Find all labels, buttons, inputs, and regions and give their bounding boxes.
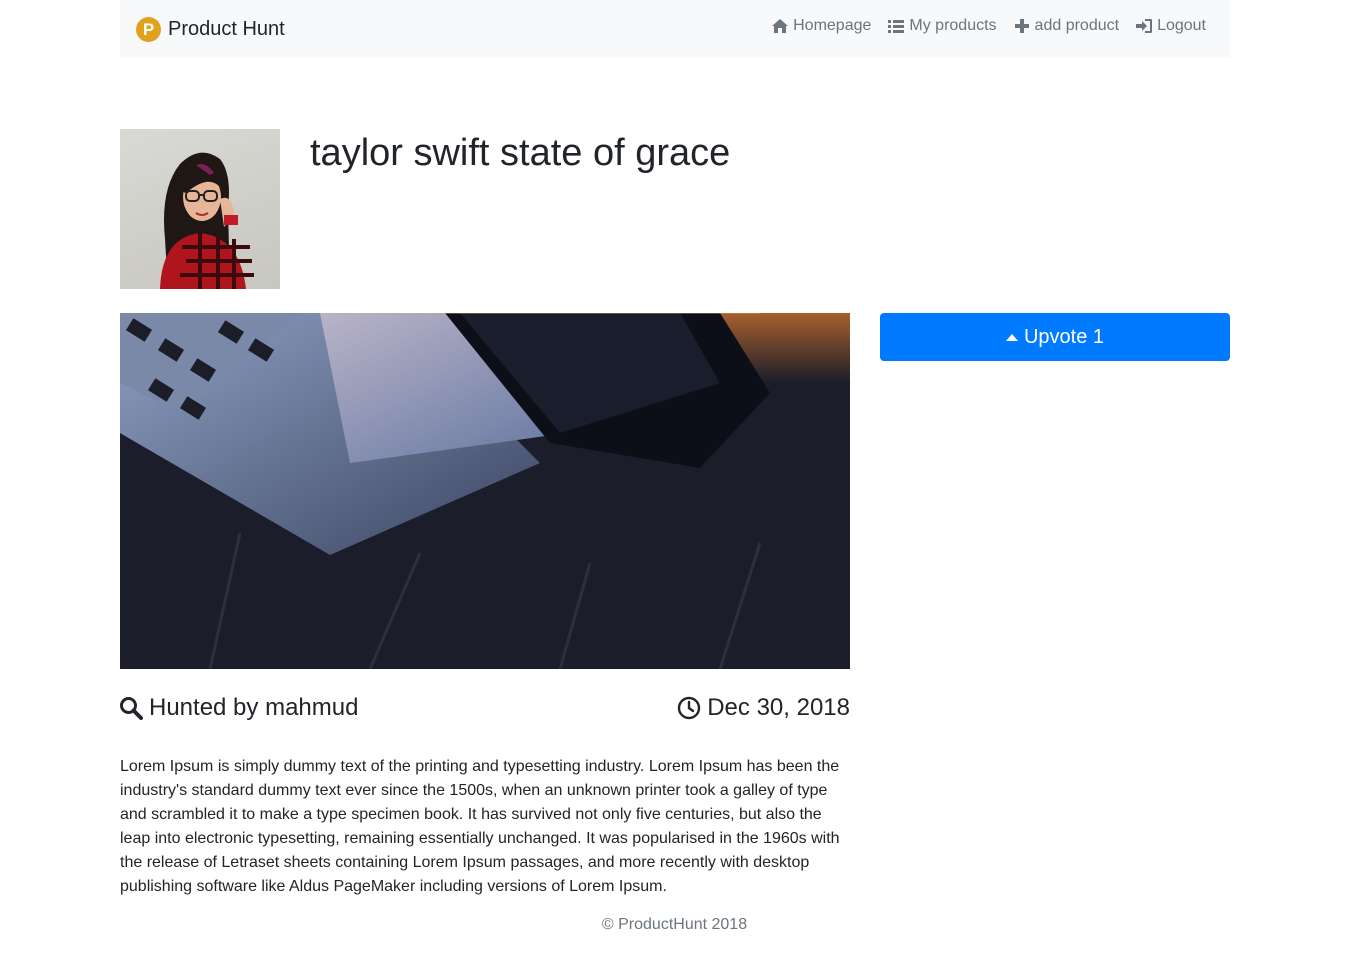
- list-icon: [888, 20, 905, 33]
- nav-homepage-label: Homepage: [793, 17, 872, 34]
- nav-logout[interactable]: Logout: [1135, 17, 1206, 35]
- nav-menu: Homepage My products add product Logout: [755, 17, 1206, 35]
- caret-up-icon: [1005, 333, 1018, 341]
- footer: © ProductHunt 2018: [601, 916, 748, 933]
- nav-logout-label: Logout: [1157, 17, 1206, 34]
- upvote-label: Upvote: [1023, 325, 1088, 348]
- nav-my-products[interactable]: My products: [887, 17, 997, 35]
- hunted-by: Hunted by mahmud: [119, 694, 358, 722]
- avatar-portrait: [160, 152, 254, 289]
- hunted-by-text: Hunted by mahmud: [149, 694, 359, 721]
- nav-add-product-label: add product: [1034, 17, 1120, 34]
- product-description: Lorem Ipsum is simply dummy text of the …: [120, 758, 840, 895]
- nav-add-product[interactable]: add product: [1013, 17, 1120, 35]
- product-title: taylor swift state of grace: [310, 132, 731, 174]
- brand-link[interactable]: P Product Hunt: [136, 14, 285, 44]
- navbar: P Product Hunt Homepage My products add …: [120, 0, 1230, 57]
- plus-icon: [1014, 19, 1029, 33]
- search-icon: [120, 697, 143, 720]
- brand-name: Product Hunt: [168, 17, 285, 40]
- clock-icon: [678, 696, 701, 720]
- product-image: [120, 313, 850, 669]
- upvote-count: 1: [1092, 325, 1105, 348]
- product-image-graphic: [120, 313, 850, 669]
- home-icon: [772, 19, 789, 33]
- nav-my-products-label: My products: [909, 17, 997, 34]
- sign-out-icon: [1136, 19, 1153, 33]
- nav-homepage[interactable]: Homepage: [771, 17, 871, 35]
- brand-logo-icon: P: [136, 16, 161, 42]
- upvote-button[interactable]: Upvote 1: [880, 313, 1230, 361]
- post-date-text: Dec 30, 2018: [707, 694, 850, 721]
- post-date: Dec 30, 2018: [677, 694, 850, 722]
- hunter-avatar: [120, 129, 280, 289]
